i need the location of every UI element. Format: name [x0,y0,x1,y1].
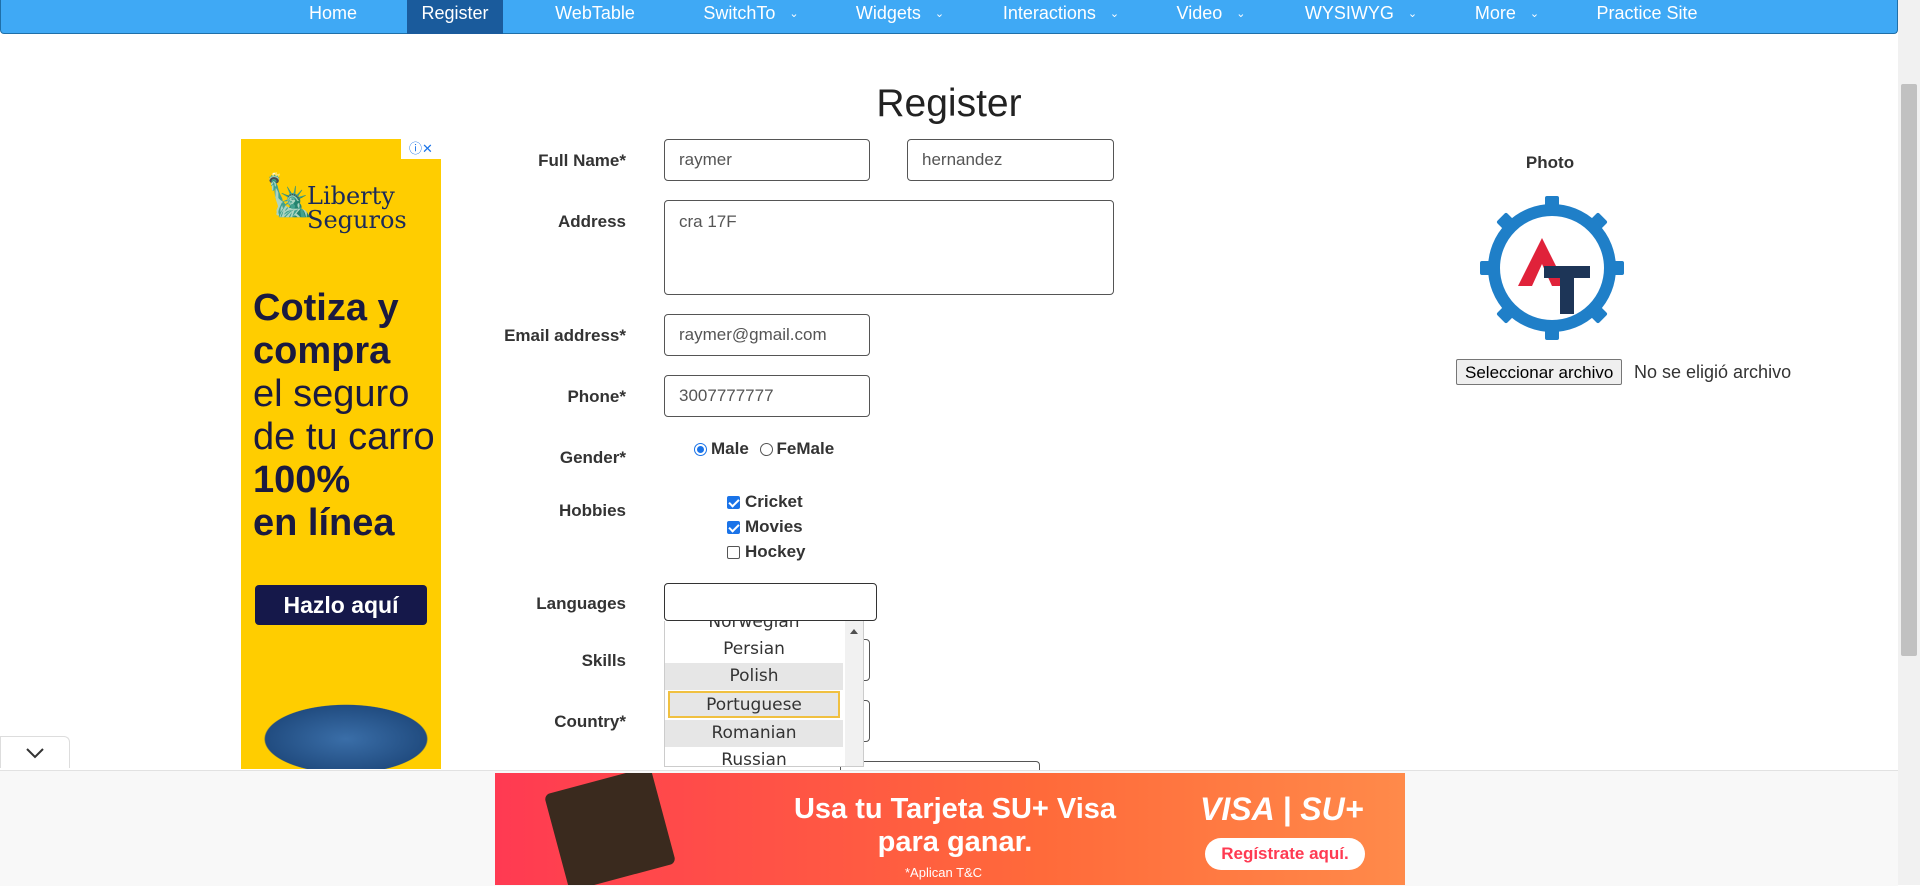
ad-line-3: el seguro [253,373,410,415]
ad-headline: Cotiza y compra el seguro de tu carro 10… [253,287,438,545]
chevron-down-icon: ⌄ [789,8,799,20]
country-label: Country* [554,712,626,731]
nav-interactions[interactable]: Interactions ⌄ [994,0,1128,34]
statue-icon: 🗽 [265,173,315,219]
profile-photo [1480,196,1624,340]
nav-wysiwyg-label: WYSIWYG [1304,3,1394,23]
ad-line-5: 100% [253,459,351,501]
gender-female-radio[interactable] [759,443,773,456]
logo-t-icon [1544,266,1590,314]
gender-male-radio[interactable] [694,443,707,456]
full-name-label: Full Name* [538,151,626,170]
nav-register[interactable]: Register [407,0,503,34]
chevron-down-icon: ⌄ [1407,8,1418,20]
nav-home-label: Home [308,3,357,23]
nav-webtable[interactable]: WebTable [542,0,648,34]
logo-a-icon [1518,238,1566,286]
languages-label: Languages [536,594,626,613]
gender-female-label: FeMale [776,439,835,458]
hobby-movies: Movies [727,517,803,537]
skills-label: Skills [581,651,626,670]
page-scrollbar-thumb[interactable] [1901,84,1917,656]
nav-practice-site[interactable]: Practice Site [1589,0,1705,34]
nav-register-label: Register [421,3,489,23]
nav-video[interactable]: Video ⌄ [1166,0,1256,34]
last-name-input[interactable] [907,139,1114,181]
file-status-text: No se eligió archivo [1634,362,1792,382]
nav-home[interactable]: Home [292,0,374,34]
hobby-cricket-checkbox[interactable] [727,496,740,509]
gender-options: Male FeMale [694,439,834,459]
nav-switchto[interactable]: SwitchTo ⌄ [691,0,811,34]
nav-more-label: More [1474,3,1516,23]
language-option-portuguese[interactable]: Portuguese [668,691,840,718]
language-option-russian[interactable]: Russian [665,747,843,766]
chevron-down-icon: ⌄ [1236,8,1246,20]
page-title: Register [876,82,1022,125]
hobby-movies-checkbox[interactable] [727,521,740,534]
chevron-down-icon [26,748,44,759]
ad-cta-button[interactable]: Hazlo aquí [255,585,427,625]
phone-label: Phone* [567,387,626,406]
address-label: Address [557,212,626,231]
photo-label: Photo [1525,153,1575,172]
nav-widgets-label: Widgets [855,3,921,23]
language-option-persian[interactable]: Persian [665,636,843,663]
ad-line-1: Cotiza y [253,287,399,329]
hobby-hockey-label: Hockey [745,542,806,561]
hobby-hockey: Hockey [727,542,805,562]
nav-video-label: Video [1176,3,1223,23]
ad-line-6: en línea [253,502,395,544]
bottom-advertisement[interactable]: Usa tu Tarjeta SU+ Visa para ganar. *Apl… [495,773,1405,885]
left-advertisement[interactable]: ⓘ✕ 🗽 Liberty Seguros Cotiza y compra el … [241,139,441,769]
email-input[interactable] [664,314,870,356]
nav-more[interactable]: More ⌄ [1467,0,1547,34]
chevron-down-icon: ⌄ [1109,8,1120,20]
chevron-down-icon: ⌄ [934,8,945,20]
dropdown-scrollbar[interactable] [845,621,863,766]
hobby-hockey-checkbox[interactable] [727,546,740,559]
hobby-movies-label: Movies [745,517,803,536]
address-textarea[interactable]: cra 17F [664,200,1114,295]
hobby-cricket-label: Cricket [745,492,803,511]
language-option-norwegian[interactable]: Norwegian [665,621,843,636]
languages-input[interactable] [664,583,877,621]
ad-card-image [543,773,677,885]
ad-car-image [251,699,441,769]
languages-dropdown[interactable]: Norwegian Persian Polish Portuguese Roma… [664,621,864,767]
ad-line-4: de tu carro [253,416,435,458]
nav-interactions-label: Interactions [1002,3,1096,23]
nav-widgets[interactable]: Widgets ⌄ [844,0,956,34]
nav-webtable-label: WebTable [555,3,635,23]
phone-input[interactable] [664,375,870,417]
scroll-up-arrow-icon[interactable] [850,629,858,634]
first-name-input[interactable] [664,139,870,181]
ad-visa-logo: VISA | SU+ [1200,791,1364,827]
collapse-ad-button[interactable] [0,736,70,768]
gender-male-label: Male [711,439,749,458]
ad-terms: *Aplican T&C [905,865,983,880]
ad-line-2: compra [253,330,391,372]
hobbies-label: Hobbies [558,501,626,520]
chevron-down-icon: ⌄ [1529,8,1540,20]
nav-switchto-label: SwitchTo [703,3,776,23]
gender-label: Gender* [559,448,626,467]
ad-brand-name: Liberty Seguros [307,182,407,234]
language-option-polish[interactable]: Polish [665,663,843,690]
email-label: Email address* [504,326,626,345]
nav-practice-site-label: Practice Site [1596,3,1698,23]
choose-file-button[interactable]: Seleccionar archivo [1456,359,1623,385]
language-option-romanian[interactable]: Romanian [665,720,843,747]
ad-register-button[interactable]: Regístrate aquí. [1205,838,1365,870]
ad-message: Usa tu Tarjeta SU+ Visa para ganar. [793,793,1117,858]
top-navbar: Home Register WebTable SwitchTo ⌄ Widgets… [0,0,1898,34]
hobby-cricket: Cricket [727,492,803,512]
ad-brand-logo: 🗽 Liberty Seguros [265,176,429,234]
nav-wysiwyg[interactable]: WYSIWYG ⌄ [1297,0,1425,34]
